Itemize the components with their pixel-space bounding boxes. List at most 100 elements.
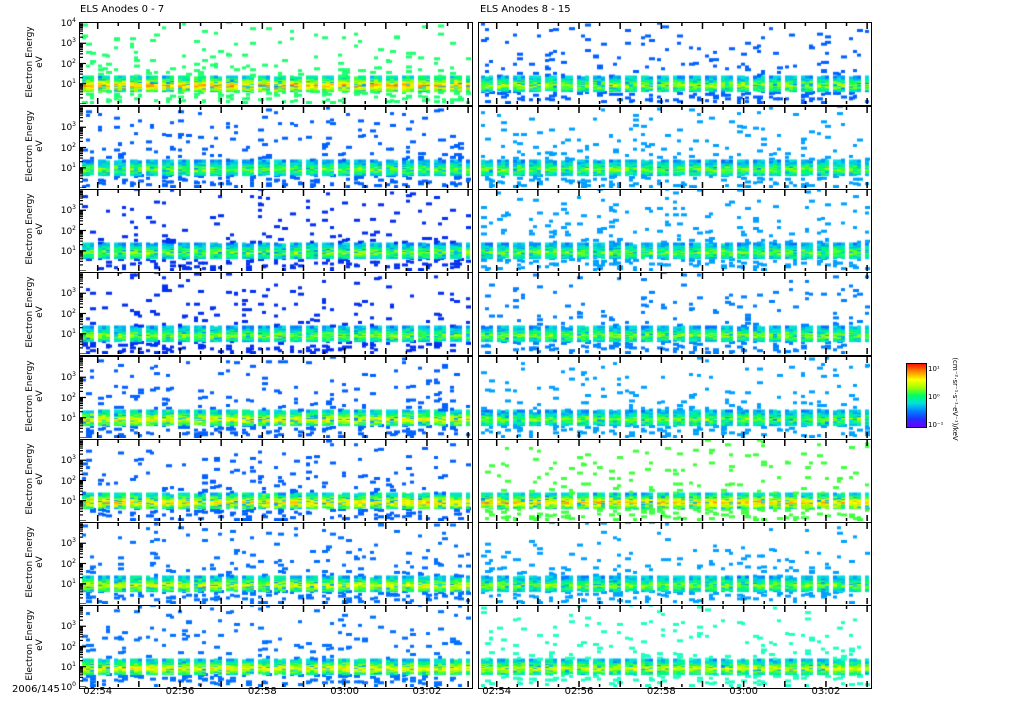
y-tick-label: 103 <box>60 287 76 300</box>
y-tick-exponent: 1 <box>72 77 76 85</box>
axis-ticks <box>495 273 868 354</box>
spectrogram-panel-anode-12 <box>478 356 872 440</box>
x-tick-label: 02:56 <box>564 686 594 697</box>
axis-ticks <box>80 190 469 271</box>
y-tick-label: 102 <box>60 141 76 154</box>
y-tick-exponent: 1 <box>72 327 76 335</box>
y-tick-label: 103 <box>60 371 76 384</box>
axis-ticks <box>495 606 868 687</box>
x-tick-label: 02:54 <box>83 686 113 697</box>
x-tick-label: 02:58 <box>646 686 676 697</box>
spectrogram-panel-anode-6 <box>79 522 473 606</box>
y-tick-exponent: 3 <box>72 537 76 545</box>
axis-ticks <box>495 440 868 521</box>
x-tick-label: 03:02 <box>412 686 442 697</box>
y-tick-label: 101 <box>60 244 76 257</box>
y-axis-unit: eV <box>35 140 45 152</box>
spectrogram-panel-anode-13 <box>478 439 872 523</box>
x-tick-label: 02:58 <box>247 686 277 697</box>
y-axis-unit: eV <box>35 306 45 318</box>
y-axis-label: Electron Energy eV <box>25 439 45 519</box>
axis-ticks <box>495 190 868 271</box>
y-axis-unit: eV <box>35 56 45 68</box>
y-tick-exponent: 1 <box>72 577 76 585</box>
y-axis-label: Electron Energy eV <box>25 189 45 269</box>
axis-ticks <box>80 523 469 604</box>
y-tick-label: 103 <box>60 121 76 134</box>
y-tick-exponent: 2 <box>72 640 76 648</box>
y-tick-label: 102 <box>60 474 76 487</box>
y-tick-label: 103 <box>60 620 76 633</box>
y-tick-label: 102 <box>60 557 76 570</box>
axis-ticks <box>495 357 868 438</box>
axis-ticks <box>80 273 469 354</box>
y-tick-label: 102 <box>60 57 76 70</box>
y-tick-exponent: 2 <box>72 224 76 232</box>
y-tick-label: 102 <box>60 224 76 237</box>
y-axis-label: Electron Energy eV <box>25 106 45 186</box>
y-axis-title: Electron Energy <box>25 526 35 598</box>
y-tick-exponent: 1 <box>72 494 76 502</box>
colorbar-tick: 10¹ <box>928 365 940 373</box>
y-tick-exponent: 4 <box>72 17 76 24</box>
y-tick-exponent: 3 <box>72 287 76 295</box>
y-tick-exponent: 1 <box>72 660 76 668</box>
spectrogram-panel-anode-3 <box>79 272 473 356</box>
y-tick-exponent: 2 <box>72 57 76 65</box>
y-tick-exponent: 3 <box>72 121 76 129</box>
y-axis-title: Electron Energy <box>25 360 35 432</box>
y-axis-unit: eV <box>35 390 45 402</box>
colorbar-label: (cm⁻²·sr⁻¹·s⁻¹·eV⁻¹)/keV <box>951 357 959 441</box>
y-tick-label: 103 <box>60 537 76 550</box>
y-axis-title: Electron Energy <box>25 26 35 98</box>
spectrogram-panel-anode-1 <box>79 106 473 190</box>
left-column-title: ELS Anodes 0 - 7 <box>80 4 165 15</box>
spectrogram-panel-anode-14 <box>478 522 872 606</box>
y-tick-label: 101 <box>60 660 76 673</box>
right-column-title: ELS Anodes 8 - 15 <box>480 4 571 15</box>
spectrogram-panel-anode-0 <box>79 22 473 106</box>
y-tick-exponent: 1 <box>72 411 76 419</box>
colorbar-tick: 10⁰ <box>928 393 940 401</box>
y-axis-label: Electron Energy eV <box>25 22 45 102</box>
y-tick-exponent: 3 <box>72 454 76 462</box>
y-tick-exponent: 2 <box>72 474 76 482</box>
y-tick-exponent: 3 <box>72 204 76 212</box>
spectrogram-panel-anode-8 <box>478 22 872 106</box>
axis-ticks <box>495 523 868 604</box>
y-tick-label: 100 <box>60 681 76 693</box>
y-axis-unit: eV <box>35 473 45 485</box>
x-tick-label: 03:00 <box>330 686 360 697</box>
axis-ticks <box>80 357 469 438</box>
y-tick-label: 101 <box>60 77 76 90</box>
y-tick-label: 101 <box>60 161 76 174</box>
y-axis-title: Electron Energy <box>25 110 35 182</box>
x-tick-label: 03:00 <box>729 686 759 697</box>
y-axis-unit: eV <box>35 223 45 235</box>
spectrogram-panel-anode-15 <box>478 605 872 689</box>
spectrogram-panel-anode-7 <box>79 605 473 689</box>
y-tick-exponent: 1 <box>72 244 76 252</box>
x-tick-label: 02:54 <box>482 686 512 697</box>
y-tick-label: 103 <box>60 454 76 467</box>
colorbar <box>906 363 927 428</box>
y-axis-title: Electron Energy <box>25 276 35 348</box>
axis-ticks <box>80 23 469 104</box>
y-tick-label: 103 <box>60 204 76 217</box>
y-axis-title: Electron Energy <box>25 609 35 681</box>
y-axis-title: Electron Energy <box>25 443 35 515</box>
spectrogram-panel-anode-10 <box>478 189 872 273</box>
y-tick-exponent: 3 <box>72 620 76 628</box>
y-tick-label: 102 <box>60 307 76 320</box>
y-tick-label: 101 <box>60 327 76 340</box>
y-axis-label: Electron Energy eV <box>25 522 45 602</box>
y-tick-exponent: 2 <box>72 307 76 315</box>
y-tick-exponent: 3 <box>72 37 76 45</box>
spectrogram-panel-anode-11 <box>478 272 872 356</box>
axis-ticks <box>80 440 469 521</box>
y-axis-label: Electron Energy eV <box>25 272 45 352</box>
spectrogram-panel-anode-5 <box>79 439 473 523</box>
spectrogram-panel-anode-2 <box>79 189 473 273</box>
x-tick-label: 03:02 <box>811 686 841 697</box>
y-tick-exponent: 2 <box>72 557 76 565</box>
